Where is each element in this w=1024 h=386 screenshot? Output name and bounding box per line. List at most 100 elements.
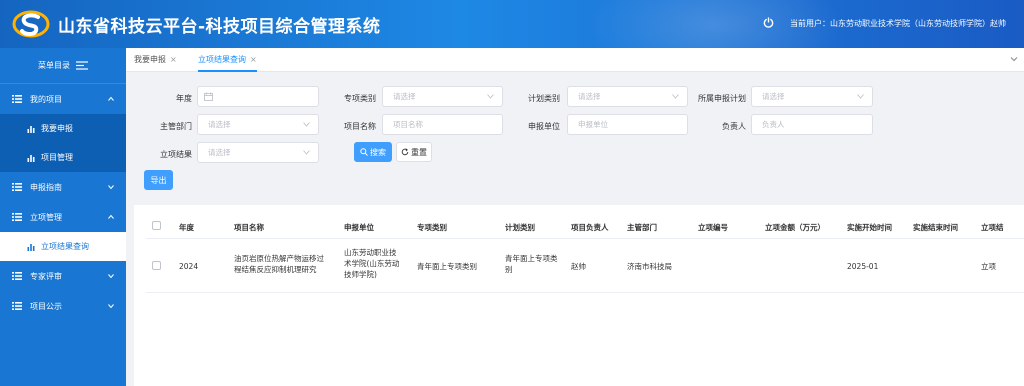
sidebar-group-my-projects[interactable]: 我的项目 [0, 84, 126, 114]
column-header[interactable]: 实施结束时间 [913, 222, 958, 233]
column-header[interactable]: 项目负责人 [571, 222, 609, 233]
export-button-label: 导出 [150, 175, 167, 185]
plan-select[interactable]: 请选择 [751, 86, 873, 107]
app-logo-icon [12, 10, 50, 38]
result-select[interactable]: 请选择 [197, 142, 319, 163]
sidebar-item-apply[interactable]: 我要申报 [0, 114, 126, 143]
unit-label: 申报单位 [528, 122, 560, 131]
column-header[interactable]: 专项类别 [417, 222, 447, 233]
sidebar-group-approval[interactable]: 立项管理 [0, 202, 126, 232]
sidebar-group-label: 立项管理 [30, 212, 62, 222]
sidebar-group-guide[interactable]: 申报指南 [0, 172, 126, 202]
column-header[interactable]: 实施开始时间 [847, 222, 892, 233]
search-form: 年度 专项类别 请选择 计划类别 请选择 所属申报计划 请选择 主管部门 请选择… [126, 72, 1024, 198]
unit-placeholder: 申报单位 [578, 120, 608, 129]
sidebar-item-label: 我要申报 [41, 124, 73, 133]
sidebar-group-label: 项目公示 [30, 301, 62, 311]
sidebar-menu-header[interactable]: 菜单目录 [0, 48, 126, 84]
plan-label: 所属申报计划 [698, 94, 746, 103]
sidebar-group-expert-review[interactable]: 专家评审 [0, 261, 126, 291]
leader-input[interactable]: 负责人 [751, 114, 873, 135]
tab-approval-result[interactable]: 立项结果查询 × [198, 48, 257, 72]
sidebar: 菜单目录 我的项目 我要申报 项目管理 申报指南 立项管理 立项结果查询 专家评… [0, 48, 126, 386]
plan-type-line: 别 [505, 265, 513, 274]
sidebar-group-label: 专家评审 [30, 271, 62, 281]
chevron-down-icon [108, 185, 114, 190]
cell-unit: 山东劳动职业技 术学院(山东劳动 技师学院) [344, 247, 414, 280]
dept-label: 主管部门 [160, 122, 192, 131]
sidebar-item-approval-result[interactable]: 立项结果查询 [0, 232, 126, 261]
chevron-down-icon [108, 304, 114, 309]
column-header[interactable]: 立项编号 [698, 222, 728, 233]
search-button[interactable]: 搜索 [354, 142, 392, 162]
select-all-checkbox[interactable] [152, 221, 161, 230]
export-button[interactable]: 导出 [144, 170, 173, 190]
top-header: 山东省科技云平台-科技项目综合管理系统 当前用户：山东劳动职业技术学院（山东劳动… [0, 0, 1024, 48]
column-header[interactable]: 主管部门 [627, 222, 657, 233]
year-picker[interactable] [197, 86, 319, 107]
plan-type-select[interactable]: 请选择 [567, 86, 688, 107]
column-header[interactable]: 计划类别 [505, 222, 535, 233]
sidebar-group-label: 我的项目 [30, 94, 62, 104]
list-icon [12, 95, 22, 103]
reset-button[interactable]: 重置 [396, 142, 432, 162]
dept-placeholder: 请选择 [208, 120, 231, 129]
chevron-down-icon [303, 150, 310, 155]
tab-label: 我要申报 [134, 55, 166, 64]
list-icon [12, 183, 22, 191]
unit-input[interactable]: 申报单位 [567, 114, 688, 135]
bar-chart-icon [27, 154, 35, 162]
project-name-input[interactable]: 项目名称 [382, 114, 503, 135]
sidebar-item-project-manage[interactable]: 项目管理 [0, 143, 126, 172]
tab-bar: 我要申报 × 立项结果查询 × [126, 48, 1024, 72]
app-title: 山东省科技云平台-科技项目综合管理系统 [58, 17, 381, 37]
calendar-icon [204, 92, 213, 101]
category-select[interactable]: 请选择 [382, 86, 503, 107]
close-icon[interactable]: × [170, 55, 177, 64]
refresh-icon [401, 148, 409, 156]
table-row[interactable]: 2024 油页岩原位热解产物运移过 程结焦反应抑制机理研究 山东劳动职业技 术学… [146, 239, 1024, 293]
tab-apply[interactable]: 我要申报 × [134, 48, 177, 72]
sidebar-group-publicity[interactable]: 项目公示 [0, 291, 126, 321]
menu-label: 菜单目录 [38, 61, 70, 70]
bar-chart-icon [27, 125, 35, 133]
reset-button-label: 重置 [411, 147, 427, 157]
chevron-down-icon [108, 274, 114, 279]
cell-category: 青年面上专项类别 [417, 262, 477, 271]
close-icon[interactable]: × [250, 55, 257, 64]
cell-result: 立项 [981, 262, 996, 271]
chevron-down-icon [672, 94, 679, 99]
bar-chart-icon [27, 243, 35, 251]
list-icon [12, 302, 22, 310]
column-header[interactable]: 年度 [179, 222, 194, 233]
chevron-down-icon [487, 94, 494, 99]
project-name-line: 程结焦反应抑制机理研究 [234, 265, 317, 274]
search-button-label: 搜索 [370, 147, 386, 157]
column-header[interactable]: 申报单位 [344, 222, 374, 233]
unit-line: 术学院(山东劳动 [344, 259, 400, 268]
list-icon [12, 272, 22, 280]
column-header[interactable]: 项目名称 [234, 222, 264, 233]
cell-plan-type: 青年面上专项类 别 [505, 253, 558, 275]
chevron-down-icon[interactable] [1010, 56, 1018, 62]
cell-project-name: 油页岩原位热解产物运移过 程结焦反应抑制机理研究 [234, 253, 340, 275]
cell-leader: 赵帅 [571, 262, 586, 271]
plan-type-label: 计划类别 [528, 94, 560, 103]
plan-type-placeholder: 请选择 [578, 92, 601, 101]
leader-placeholder: 负责人 [762, 120, 785, 129]
result-label: 立项结果 [160, 150, 192, 159]
sidebar-item-label: 立项结果查询 [41, 242, 89, 251]
plan-placeholder: 请选择 [762, 92, 785, 101]
sidebar-group-label: 申报指南 [30, 182, 62, 192]
list-icon [12, 213, 22, 221]
leader-label: 负责人 [722, 122, 746, 131]
column-header[interactable]: 立项金额（万元） [765, 222, 825, 233]
power-icon[interactable] [763, 17, 774, 28]
project-name-placeholder: 项目名称 [393, 120, 423, 129]
cell-dept: 济南市科技局 [627, 262, 672, 271]
chevron-down-icon [303, 122, 310, 127]
row-checkbox[interactable] [152, 261, 161, 270]
menu-collapse-icon[interactable] [76, 61, 88, 70]
column-header[interactable]: 立项结 [981, 222, 1004, 233]
dept-select[interactable]: 请选择 [197, 114, 319, 135]
